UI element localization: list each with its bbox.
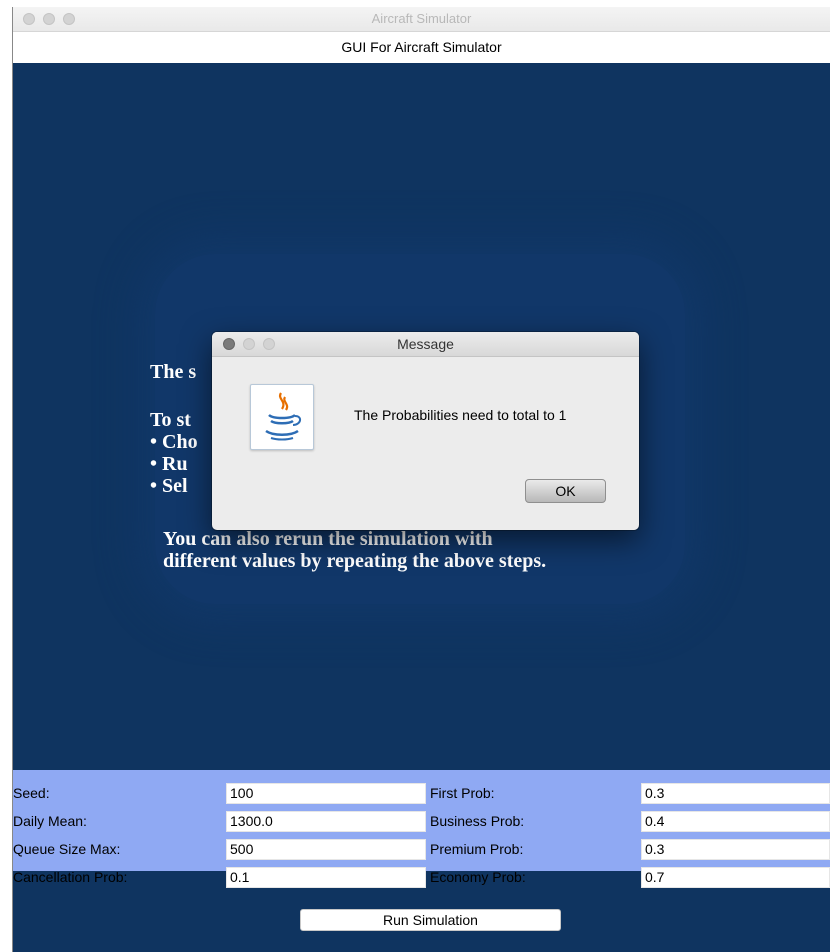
first-prob-field[interactable]: 0.3 bbox=[641, 783, 830, 804]
info-line-4: • Ru bbox=[150, 453, 188, 475]
economy-prob-label: Economy Prob: bbox=[430, 869, 526, 885]
daily-mean-label: Daily Mean: bbox=[13, 813, 87, 829]
info-line-2: To st bbox=[150, 409, 191, 431]
queue-size-field[interactable]: 500 bbox=[226, 839, 426, 860]
first-prob-label: First Prob: bbox=[430, 785, 495, 801]
daily-mean-field[interactable]: 1300.0 bbox=[226, 811, 426, 832]
info-line-6: You can also rerun the simulation with bbox=[163, 528, 493, 550]
seed-field[interactable]: 100 bbox=[226, 783, 426, 804]
java-coffee-icon bbox=[250, 384, 314, 450]
dialog-titlebar[interactable]: Message bbox=[212, 332, 639, 357]
queue-size-label: Queue Size Max: bbox=[13, 841, 121, 857]
economy-prob-field[interactable]: 0.7 bbox=[641, 867, 830, 888]
cancellation-prob-field[interactable]: 0.1 bbox=[226, 867, 426, 888]
window-titlebar[interactable]: Aircraft Simulator bbox=[13, 7, 830, 32]
dialog-message: The Probabilities need to total to 1 bbox=[354, 407, 567, 423]
info-line-5: • Sel bbox=[150, 475, 188, 497]
business-prob-field[interactable]: 0.4 bbox=[641, 811, 830, 832]
ok-button[interactable]: OK bbox=[525, 479, 606, 503]
info-line-3: • Cho bbox=[150, 431, 198, 453]
run-simulation-button[interactable]: Run Simulation bbox=[300, 909, 561, 931]
window-title: Aircraft Simulator bbox=[371, 11, 472, 26]
premium-prob-field[interactable]: 0.3 bbox=[641, 839, 830, 860]
dialog-title: Message bbox=[397, 336, 454, 352]
cancellation-prob-label: Cancellation Prob: bbox=[13, 869, 128, 885]
info-line-7: different values by repeating the above … bbox=[163, 550, 547, 572]
info-line-1: The s bbox=[150, 361, 197, 383]
seed-label: Seed: bbox=[13, 785, 50, 801]
message-dialog: Message The Probabilities need to total … bbox=[212, 332, 639, 530]
premium-prob-label: Premium Prob: bbox=[430, 841, 524, 857]
header-label: GUI For Aircraft Simulator bbox=[13, 32, 830, 63]
business-prob-label: Business Prob: bbox=[430, 813, 525, 829]
